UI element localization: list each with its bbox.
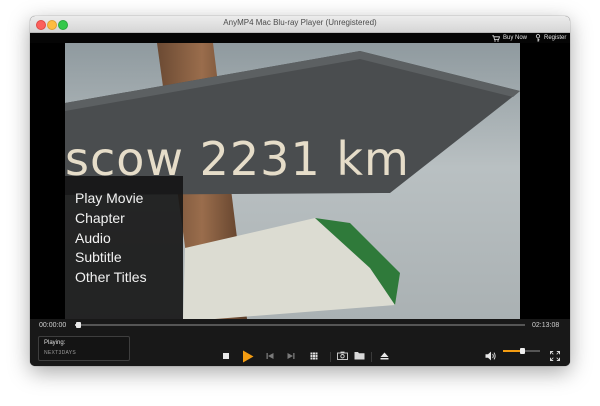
- snapshot-button[interactable]: [336, 350, 348, 361]
- next-icon: [287, 353, 295, 359]
- seek-bar[interactable]: [75, 322, 525, 328]
- buy-now-button[interactable]: Buy Now: [492, 34, 527, 42]
- stop-button[interactable]: [221, 351, 231, 361]
- controls-divider: [330, 352, 331, 362]
- register-button[interactable]: Register: [535, 34, 566, 42]
- menu-item-chapter[interactable]: Chapter: [75, 210, 125, 226]
- open-file-button[interactable]: [353, 350, 365, 361]
- snapshot-icon: [336, 351, 348, 360]
- previous-icon: [266, 353, 274, 359]
- open-folder-icon: [354, 352, 364, 360]
- cart-icon: [492, 34, 500, 42]
- menu-grid-icon: [310, 352, 318, 360]
- play-icon: [243, 350, 254, 362]
- volume-slider[interactable]: [503, 348, 540, 354]
- playing-title: NEXT3DAYS: [44, 350, 77, 356]
- menu-button[interactable]: [309, 351, 319, 361]
- dvd-menu: Play Movie Chapter Audio Subtitle Other …: [65, 176, 183, 319]
- eject-button[interactable]: [379, 351, 389, 361]
- video-area[interactable]: scow 2231 km Play Movie Chapter Audio Su…: [65, 43, 520, 319]
- player-window: AnyMP4 Mac Blu-ray Player (Unregistered)…: [30, 16, 570, 366]
- fullscreen-button[interactable]: [549, 350, 561, 361]
- volume-icon: [485, 351, 496, 360]
- key-icon: [535, 34, 541, 42]
- controls-divider: [371, 352, 372, 362]
- volume-thumb[interactable]: [519, 348, 525, 354]
- control-bar: 00:00:00 02:13:08 Playing: NEXT3DAYS: [30, 319, 570, 366]
- next-button[interactable]: [286, 351, 296, 361]
- volume-button[interactable]: [484, 350, 497, 361]
- eject-icon: [380, 352, 388, 360]
- menu-item-other-titles[interactable]: Other Titles: [75, 269, 147, 285]
- total-time: 02:13:08: [532, 322, 560, 329]
- playing-label: Playing:: [44, 340, 66, 346]
- top-toolbar: Buy Now Register: [30, 33, 570, 43]
- menu-item-play-movie[interactable]: Play Movie: [75, 190, 143, 206]
- menu-item-subtitle[interactable]: Subtitle: [75, 249, 122, 265]
- previous-button[interactable]: [265, 351, 275, 361]
- now-playing-box: Playing: NEXT3DAYS: [38, 336, 130, 361]
- fullscreen-icon: [550, 350, 560, 361]
- window-title: AnyMP4 Mac Blu-ray Player (Unregistered): [223, 18, 377, 27]
- volume-level: [503, 350, 522, 352]
- seek-thumb[interactable]: [76, 322, 82, 328]
- stop-icon: [223, 353, 229, 359]
- current-time: 00:00:00: [39, 322, 67, 329]
- register-label: Register: [544, 35, 567, 41]
- title-bar[interactable]: AnyMP4 Mac Blu-ray Player (Unregistered): [30, 16, 570, 33]
- play-button[interactable]: [241, 349, 255, 363]
- menu-item-audio[interactable]: Audio: [75, 230, 111, 246]
- buy-now-label: Buy Now: [503, 35, 528, 41]
